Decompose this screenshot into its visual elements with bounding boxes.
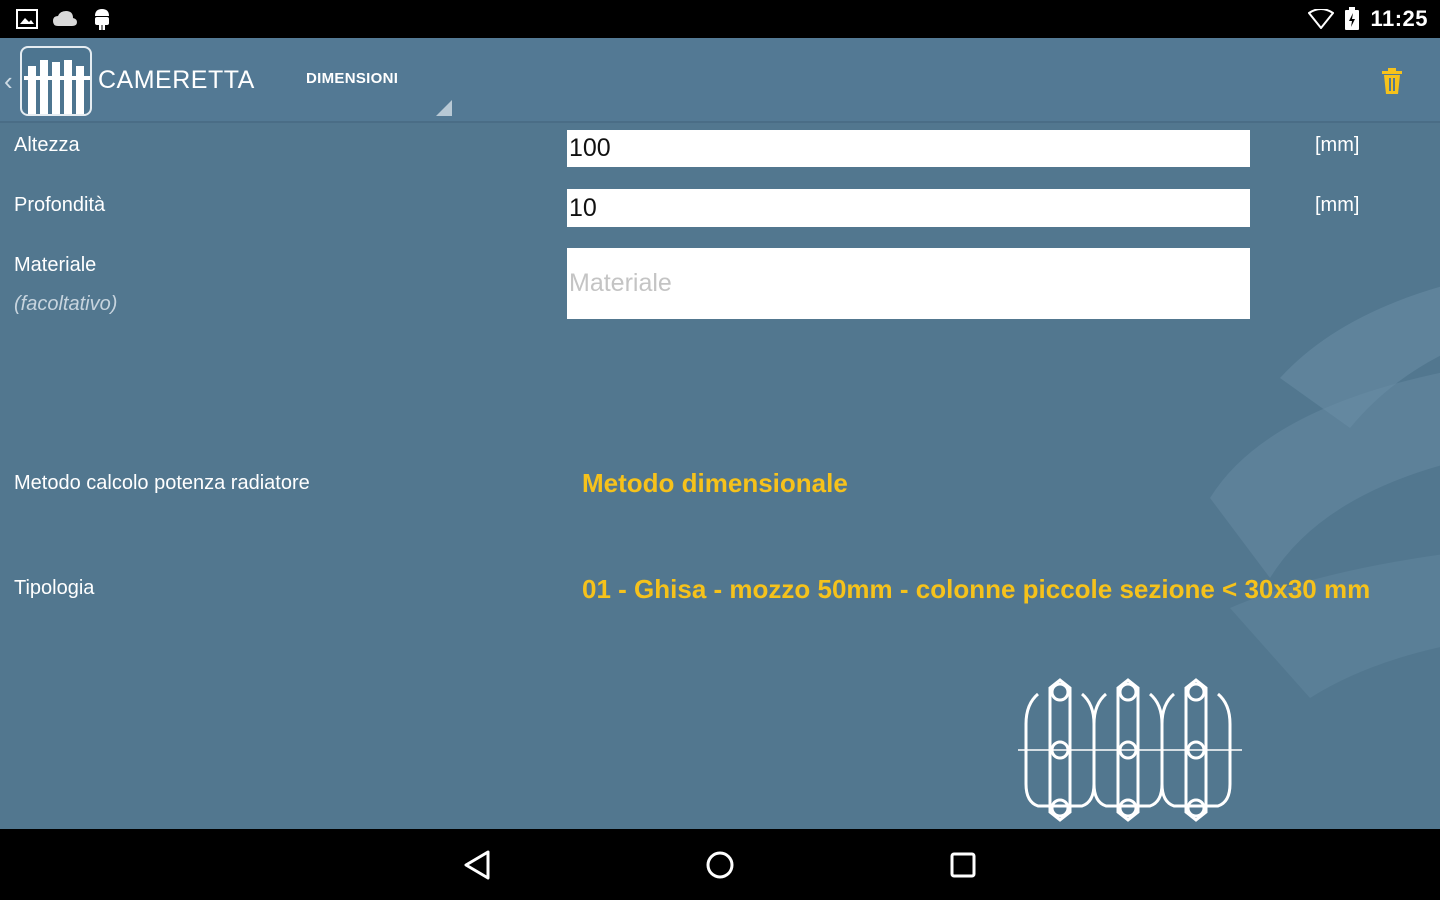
- altezza-label: Altezza: [14, 134, 80, 156]
- profondita-label: Profondità: [14, 194, 106, 216]
- materiale-hint: (facoltativo): [14, 293, 118, 315]
- clock: 11:25: [1370, 6, 1428, 31]
- profondita-input[interactable]: [567, 189, 1250, 227]
- back-chevron-icon[interactable]: ‹: [4, 66, 13, 97]
- image-icon: [16, 9, 38, 29]
- radiator-illustration: [1018, 678, 1242, 822]
- metodo-label: Metodo calcolo potenza radiatore: [14, 472, 310, 494]
- app-content: ‹ CAMERETTA DIMENSIONI Altezza 100 [mm] …: [0, 38, 1440, 829]
- page-title: CAMERETTA: [98, 66, 255, 94]
- recents-icon[interactable]: [945, 847, 981, 883]
- tipologia-label: Tipologia: [14, 577, 95, 599]
- wifi-icon: [1308, 9, 1335, 29]
- dropdown-indicator-icon: [436, 100, 452, 116]
- trash-icon[interactable]: [1380, 68, 1404, 94]
- battery-icon: [1345, 7, 1360, 30]
- metodo-value[interactable]: Metodo dimensionale: [582, 468, 848, 499]
- section-dropdown[interactable]: DIMENSIONI: [306, 70, 456, 116]
- navigation-bar: [0, 829, 1440, 900]
- altezza-unit: [mm]: [1315, 134, 1360, 156]
- app-toolbar: ‹ CAMERETTA DIMENSIONI: [0, 38, 1440, 123]
- profondita-unit: [mm]: [1315, 194, 1360, 216]
- status-bar: 11:25: [0, 0, 1440, 38]
- tipologia-value[interactable]: 01 - Ghisa - mozzo 50mm - colonne piccol…: [582, 574, 1370, 605]
- android-icon: [95, 9, 109, 30]
- materiale-label: Materiale: [14, 254, 97, 276]
- materiale-input[interactable]: [567, 248, 1250, 319]
- radiator-logo-icon[interactable]: [20, 46, 92, 116]
- altezza-input[interactable]: [567, 130, 1250, 167]
- back-icon[interactable]: [460, 847, 496, 883]
- home-icon[interactable]: [702, 847, 738, 883]
- section-dropdown-label: DIMENSIONI: [306, 70, 399, 87]
- cloud-icon: [53, 11, 77, 26]
